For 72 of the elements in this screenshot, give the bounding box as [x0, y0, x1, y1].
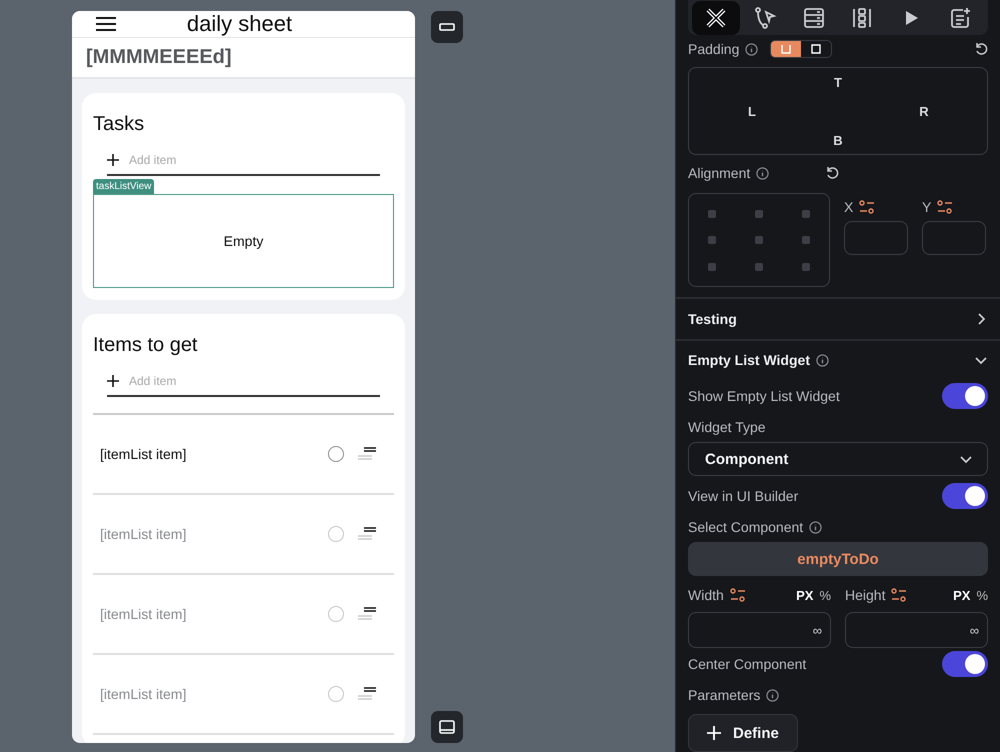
info-icon — [766, 688, 780, 702]
card-title: Items to get — [93, 334, 198, 357]
list-item-text: [itemList item] — [100, 526, 188, 542]
section-label: Alignment — [688, 165, 750, 182]
size-field[interactable]: ∞ — [845, 612, 988, 648]
add-item-field[interactable]: Add item — [127, 373, 380, 389]
toggle-switch[interactable] — [942, 483, 988, 509]
date-heading: [MMMMEEEEd] — [86, 46, 232, 68]
empty-text: Empty — [224, 233, 264, 249]
card-title: Tasks — [93, 113, 146, 136]
section-header[interactable]: Empty List Widget — [676, 340, 1000, 380]
info-icon — [809, 520, 822, 534]
define-button[interactable]: Define — [688, 714, 798, 752]
field-label: Width — [688, 587, 724, 603]
info-icon — [745, 42, 758, 56]
section-header[interactable]: Testing — [676, 299, 1000, 339]
reset-icon[interactable] — [825, 166, 840, 180]
field-label: Height — [845, 587, 886, 603]
reset-icon[interactable] — [974, 42, 988, 56]
unit-toggle[interactable]: % — [976, 588, 988, 602]
field-label: Select Component — [688, 519, 804, 535]
radio-button[interactable] — [328, 526, 344, 542]
drag-handle-icon[interactable] — [358, 526, 378, 542]
toggle-label: Show Empty List Widget — [688, 388, 840, 404]
info-icon — [816, 354, 829, 367]
sliders-icon[interactable] — [859, 200, 876, 214]
radio-button[interactable] — [328, 446, 344, 462]
square-icon — [811, 44, 822, 54]
menu-icon[interactable] — [96, 16, 116, 32]
list-item-text: [itemList item] — [100, 686, 188, 702]
field-label: Parameters — [688, 687, 760, 703]
radio-button[interactable] — [328, 606, 344, 622]
field-label: Widget Type — [688, 419, 766, 435]
device-icon — [439, 23, 455, 31]
plus-icon[interactable] — [107, 154, 119, 166]
y-field[interactable] — [922, 221, 986, 256]
toggle-switch[interactable] — [942, 383, 988, 409]
field-label: X — [844, 199, 854, 216]
toggle-label: Center Component — [688, 656, 806, 672]
field-label: Y — [922, 199, 932, 216]
padding-mode-button[interactable] — [771, 41, 802, 58]
unit-toggle[interactable]: PX — [796, 588, 814, 602]
x-field[interactable] — [844, 221, 908, 256]
unit-toggle[interactable]: PX — [953, 588, 970, 602]
unit-toggle[interactable]: % — [819, 588, 831, 602]
panel-toggle-button[interactable] — [431, 711, 463, 743]
panel-icon — [439, 719, 455, 735]
size-field[interactable]: ∞ — [688, 612, 831, 648]
list-item-text: [itemList item] — [100, 606, 188, 622]
padding-side[interactable]: B — [833, 132, 843, 148]
padding-side[interactable]: L — [748, 104, 756, 119]
widget-tag: taskListView — [93, 179, 154, 194]
drag-handle-icon[interactable] — [358, 446, 378, 462]
radio-button[interactable] — [328, 686, 344, 702]
padding-side[interactable]: R — [919, 104, 929, 119]
toggle-switch[interactable] — [942, 651, 988, 677]
sliders-icon[interactable] — [891, 588, 908, 602]
drag-handle-icon[interactable] — [358, 686, 378, 702]
component-picker[interactable]: emptyToDo — [688, 542, 988, 576]
padding-side[interactable]: T — [834, 75, 842, 90]
plus-icon[interactable] — [107, 375, 119, 387]
add-item-field[interactable]: Add item — [127, 152, 380, 168]
sliders-icon[interactable] — [730, 588, 746, 602]
app-title: daily sheet — [186, 11, 294, 37]
sliders-icon[interactable] — [937, 200, 954, 214]
device-toggle-button[interactable] — [431, 11, 463, 43]
toggle-label: View in UI Builder — [688, 488, 798, 504]
drag-handle-icon[interactable] — [358, 606, 378, 622]
widget-type-dropdown[interactable]: Component — [688, 442, 988, 476]
info-icon — [756, 166, 770, 180]
list-item-text: [itemList item] — [100, 446, 188, 462]
section-label: Padding — [688, 41, 740, 58]
